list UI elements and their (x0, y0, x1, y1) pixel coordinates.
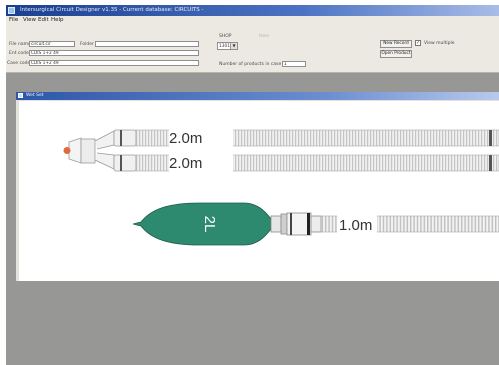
ent-code-field[interactable]: CDIS 1+2 49 (29, 50, 199, 56)
file-name-field[interactable]: circuit.cir (29, 41, 75, 47)
shop-select-value: 1301 (219, 44, 230, 49)
child-window: Wet Set 2.0m 2.0m 2L 1.0m (16, 92, 499, 281)
toolbar: File name circuit.cir Folder Ent code CD… (6, 25, 499, 73)
menu-view[interactable]: View (23, 16, 36, 25)
item-label-dimmed: Item (259, 34, 270, 39)
chevron-down-icon[interactable]: ▼ (230, 43, 237, 49)
new-record-button[interactable]: New Record (380, 40, 412, 48)
breathing-tube-2: 2.0m (113, 154, 499, 172)
bag-hose: 1.0m (320, 215, 499, 234)
view-multiple-checkbox[interactable]: ✓ (415, 40, 421, 46)
child-window-title-bar[interactable]: Wet Set (16, 92, 499, 100)
bag-volume-label: 2L (201, 216, 218, 233)
circuit-diagram: 2.0m 2.0m 2L 1.0m (63, 129, 499, 246)
ent-code-label: Ent code (9, 51, 29, 56)
app-icon (8, 7, 15, 14)
case-code-field[interactable]: CDIS 1+2 49 (29, 60, 199, 66)
application-window: Intersurgical Circuit Designer v1.35 - C… (6, 5, 499, 365)
view-multiple-label: View multiple (424, 41, 455, 46)
case-code-label: Case code (7, 61, 31, 66)
products-in-case-label: Number of products in case (219, 62, 282, 67)
reservoir-bag: 2L (132, 202, 322, 246)
circuit-canvas[interactable]: 2.0m 2.0m 2L 1.0m (19, 101, 499, 281)
menu-file[interactable]: File (9, 16, 18, 25)
hose-length-label: 1.0m (339, 217, 372, 234)
menu-edit[interactable]: Edit (38, 16, 49, 25)
file-name-label: File name (9, 42, 31, 47)
open-product-button[interactable]: Open Product (380, 50, 412, 58)
menu-help[interactable]: Help (51, 16, 64, 25)
window-title: Intersurgical Circuit Designer v1.35 - C… (20, 7, 204, 13)
tube2-length-label: 2.0m (169, 155, 202, 172)
child-window-title: Wet Set (26, 93, 44, 98)
products-in-case-field[interactable]: 1 (282, 61, 306, 67)
folder-label: Folder (80, 42, 94, 47)
title-bar: Intersurgical Circuit Designer v1.35 - C… (6, 5, 499, 16)
tube1-length-label: 2.0m (169, 130, 202, 147)
breathing-tube-1: 2.0m (113, 129, 499, 147)
menu-bar: File View Edit Help (6, 16, 499, 25)
mdi-workspace: Wet Set 2.0m 2.0m 2L 1.0m (6, 73, 499, 365)
child-window-icon (18, 93, 23, 98)
shop-label: SHOP (219, 34, 232, 39)
orange-tip (63, 147, 71, 154)
shop-select[interactable]: 1301 ▼ (217, 42, 238, 50)
folder-field[interactable] (95, 41, 199, 47)
y-piece-connector (63, 130, 115, 170)
